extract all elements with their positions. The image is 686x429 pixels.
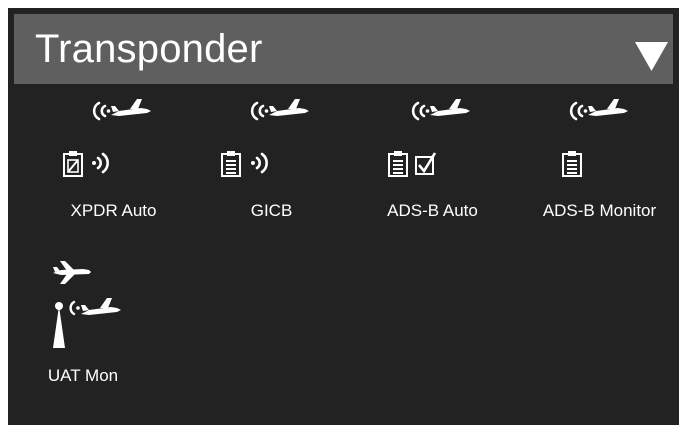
checkbox-checked-icon bbox=[415, 152, 437, 175]
transponder-header[interactable]: Transponder bbox=[14, 14, 673, 84]
aircraft-signal-icon bbox=[250, 99, 309, 121]
tile-uat-mon[interactable]: UAT Mon bbox=[8, 258, 158, 393]
clipboard-icon bbox=[221, 150, 241, 177]
tile-adsb-monitor[interactable]: ADS-B Monitor bbox=[522, 98, 677, 233]
tile-gicb[interactable]: GICB bbox=[194, 98, 349, 233]
aircraft-signal-icon bbox=[69, 298, 121, 316]
broadcast-icon bbox=[249, 152, 268, 174]
tile-label: XPDR Auto bbox=[70, 201, 157, 220]
clipboard-icon bbox=[388, 150, 408, 177]
tile-adsb-auto[interactable]: ADS-B Auto bbox=[355, 98, 510, 233]
page-title: Transponder bbox=[35, 27, 263, 71]
broadcast-icon bbox=[90, 152, 109, 174]
tile-label: ADS-B Auto bbox=[387, 201, 478, 220]
clipboard-icon bbox=[562, 150, 582, 177]
aircraft-signal-icon bbox=[569, 99, 628, 121]
tile-xpdr-auto[interactable]: XPDR Auto bbox=[36, 98, 191, 233]
triangle-down-icon[interactable] bbox=[635, 42, 668, 71]
tile-label: GICB bbox=[250, 201, 293, 220]
aircraft-icon bbox=[53, 261, 91, 284]
transponder-panel: Transponder XPDR Auto GICB ADS-B Auto AD… bbox=[8, 8, 679, 425]
aircraft-signal-icon bbox=[92, 99, 151, 121]
clipboard-edit-icon bbox=[63, 150, 83, 177]
antenna-tower-icon bbox=[53, 302, 65, 348]
tile-label: UAT Mon bbox=[47, 366, 119, 385]
tile-label: ADS-B Monitor bbox=[542, 201, 657, 220]
aircraft-signal-icon bbox=[411, 99, 470, 121]
